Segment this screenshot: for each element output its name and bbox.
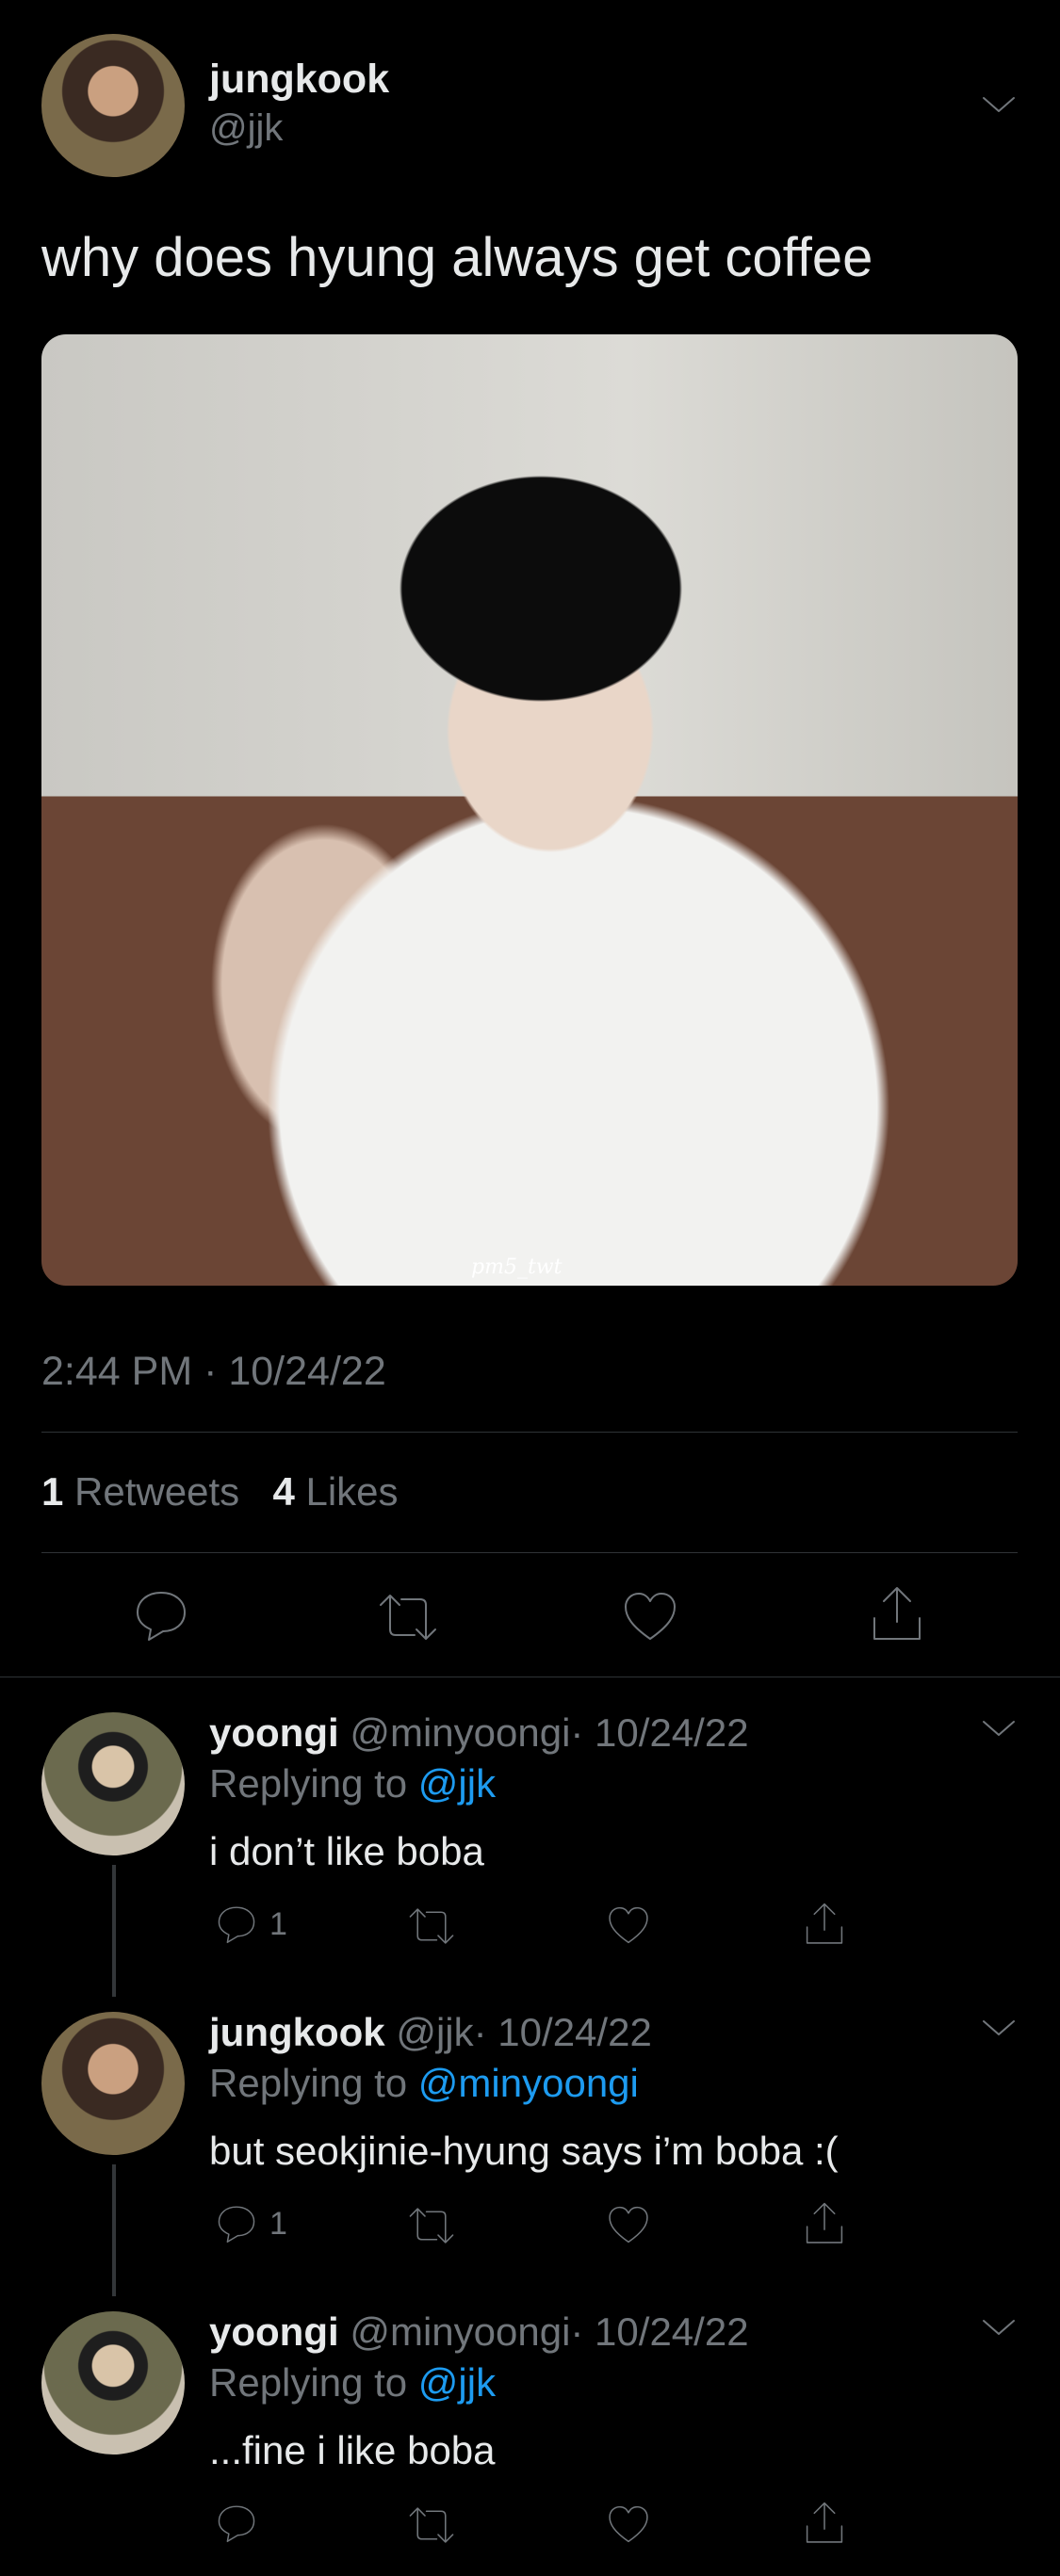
reply-text: but seokjinie-hyung says i’m boba :( [209,2129,839,2173]
chevron-down-icon[interactable] [980,2014,1018,2042]
like-icon[interactable] [622,1590,678,1643]
reply-date: · 10/24/22 [570,1710,749,1755]
like-icon[interactable] [607,2204,650,2245]
share-icon[interactable] [869,1584,925,1644]
retweets-label[interactable]: Retweets [74,1469,239,1514]
tweet-stats: 1 Retweets 4 Likes [41,1469,399,1515]
avatar[interactable] [41,1712,185,1855]
reply-icon[interactable] [132,1587,190,1644]
thread-line [112,2164,116,2296]
retweet-icon[interactable] [407,1906,456,1946]
retweet-icon[interactable] [407,2505,456,2545]
retweet-icon[interactable] [377,1592,439,1643]
avatar[interactable] [41,2311,185,2454]
replying-to-handle[interactable]: @jjk [418,1761,496,1806]
reply-author-handle[interactable]: @minyoongi [350,1710,570,1755]
reply-author-name[interactable]: yoongi [209,2309,339,2354]
chevron-down-icon[interactable] [980,90,1018,119]
replying-to-handle[interactable]: @jjk [418,2360,496,2405]
share-icon[interactable] [803,2500,846,2547]
retweets-count[interactable]: 1 [41,1469,63,1514]
reply-author-name[interactable]: yoongi [209,1710,339,1755]
reply-count: 1 [269,1906,287,1942]
retweet-icon[interactable] [407,2206,456,2245]
reply-icon[interactable] [215,2502,258,2545]
replying-to-label: Replying to [209,1761,408,1806]
replying-to-label: Replying to [209,2061,408,2105]
reply-author-handle[interactable]: @minyoongi [350,2309,570,2354]
like-icon[interactable] [607,2503,650,2545]
reply-header: yoongi @minyoongi· 10/24/22 [209,2309,749,2355]
likes-label[interactable]: Likes [305,1469,398,1514]
replying-to: Replying to @jjk [209,1761,496,1806]
reply-icon[interactable] [215,1903,258,1946]
avatar[interactable] [41,34,185,177]
reply-count: 1 [269,2206,287,2242]
tweet-text: why does hyung always get coffee [41,227,873,288]
thread-line [112,1865,116,1997]
reply-date: · 10/24/22 [570,2309,749,2354]
like-icon[interactable] [607,1904,650,1946]
likes-count[interactable]: 4 [272,1469,294,1514]
reply-header: yoongi @minyoongi· 10/24/22 [209,1710,749,1756]
reply-header: jungkook @jjk· 10/24/22 [209,2010,652,2055]
reply-text: ...fine i like boba [209,2428,496,2472]
reply-author-handle[interactable]: @jjk [396,2010,473,2054]
replying-to: Replying to @minyoongi [209,2061,639,2106]
replying-to-handle[interactable]: @minyoongi [418,2061,639,2105]
author-name[interactable]: jungkook [209,57,389,103]
replying-to-label: Replying to [209,2360,408,2405]
divider [41,1432,1018,1433]
reply-author-name[interactable]: jungkook [209,2010,385,2054]
author-handle[interactable]: @jjk [209,107,283,150]
replying-to: Replying to @jjk [209,2360,496,2406]
reply-text: i don’t like boba [209,1829,484,1873]
chevron-down-icon[interactable] [980,1714,1018,1742]
tweet-photo[interactable]: pm5_twt [41,334,1018,1286]
reply-date: · 10/24/22 [473,2010,652,2054]
share-icon[interactable] [803,2200,846,2247]
tweet-timestamp: 2:44 PM · 10/24/22 [41,1349,386,1394]
reply-icon[interactable] [215,2202,258,2245]
photo-watermark: pm5_twt [471,1256,563,1279]
divider [41,1552,1018,1553]
share-icon[interactable] [803,1901,846,1948]
chevron-down-icon[interactable] [980,2313,1018,2341]
avatar[interactable] [41,2012,185,2155]
